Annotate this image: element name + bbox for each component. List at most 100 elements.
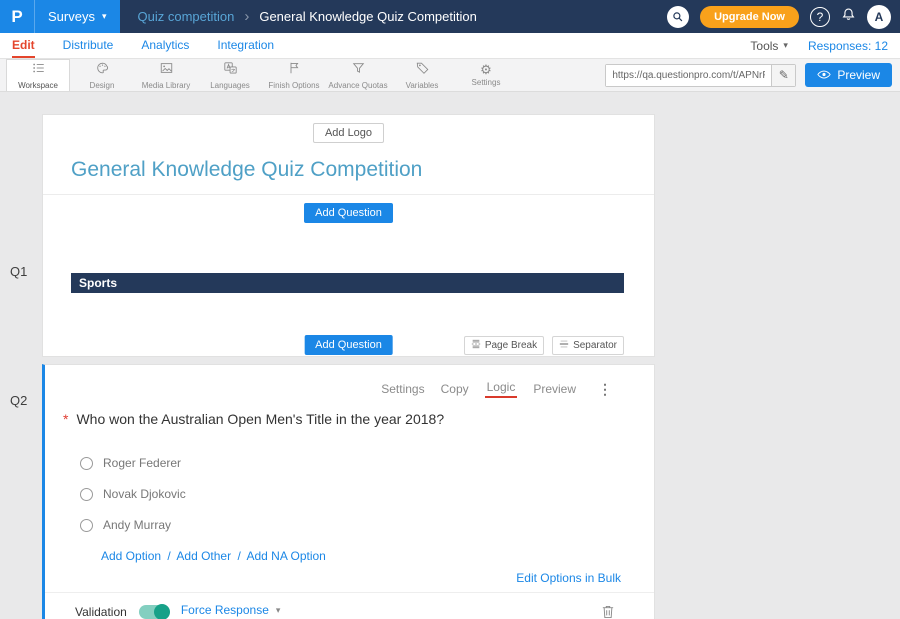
validation-label: Validation xyxy=(75,605,127,619)
add-na-option-link[interactable]: Add NA Option xyxy=(246,549,325,563)
toolbar-item-workspace[interactable]: Workspace xyxy=(6,59,70,91)
toolbar-item-label: Advance Quotas xyxy=(328,81,387,90)
search-icon[interactable] xyxy=(667,6,689,28)
toolbar-item-languages[interactable]: Languages xyxy=(198,59,262,91)
toolbar-item-label: Settings xyxy=(472,78,501,87)
toolbar-item-label: Media Library xyxy=(142,81,190,90)
separator-button[interactable]: Separator xyxy=(552,336,624,355)
notifications-bell-icon[interactable] xyxy=(841,7,856,27)
help-icon[interactable]: ? xyxy=(810,7,830,27)
media-library-image-icon xyxy=(159,61,174,80)
toolbar-item-design[interactable]: Design xyxy=(70,59,134,91)
more-options-dots-icon[interactable]: ⋮ xyxy=(598,381,612,398)
option-add-links: Add Option / Add Other / Add NA Option xyxy=(101,549,654,563)
edit-url-pencil-icon[interactable]: ✎ xyxy=(771,65,795,86)
section-header-sports[interactable]: Sports xyxy=(71,273,624,293)
eye-icon xyxy=(817,68,831,82)
answer-options: Roger Federer Novak Djokovic Andy Murray xyxy=(45,456,654,532)
survey-header-card: Add Logo General Knowledge Quiz Competit… xyxy=(42,114,655,357)
toolbar-item-label: Languages xyxy=(210,81,250,90)
edit-options-bulk-link[interactable]: Edit Options in Bulk xyxy=(516,571,621,585)
survey-title[interactable]: General Knowledge Quiz Competition xyxy=(71,158,654,182)
option-label[interactable]: Roger Federer xyxy=(103,456,181,470)
insert-controls: Page Break Separator xyxy=(464,336,624,355)
toolbar-item-label: Workspace xyxy=(18,81,58,90)
languages-translate-icon xyxy=(223,61,238,80)
tabbar-right: Tools ▾ Responses: 12 xyxy=(750,39,888,53)
chevron-down-icon: ▾ xyxy=(783,40,788,51)
separator-icon xyxy=(559,339,569,352)
question-settings-link[interactable]: Settings xyxy=(381,382,424,396)
link-separator: / xyxy=(234,549,243,563)
add-other-link[interactable]: Add Other xyxy=(176,549,231,563)
page-break-button[interactable]: Page Break xyxy=(464,336,544,355)
survey-url-input[interactable] xyxy=(606,65,771,86)
breadcrumb-current: General Knowledge Quiz Competition xyxy=(259,9,477,24)
radio-button[interactable] xyxy=(80,519,93,532)
add-option-link[interactable]: Add Option xyxy=(101,549,161,563)
tools-menu[interactable]: Tools ▾ xyxy=(750,39,788,53)
add-logo-button[interactable]: Add Logo xyxy=(313,123,384,143)
preview-button[interactable]: Preview xyxy=(805,63,892,87)
delete-question-trash-icon[interactable] xyxy=(602,605,614,619)
gear-icon: ⚙ xyxy=(480,63,492,77)
toolbar-item-settings[interactable]: ⚙ Settings xyxy=(454,59,518,91)
question-menu: Settings Copy Logic Preview ⋮ xyxy=(45,365,654,398)
validation-type-dropdown[interactable]: Force Response ▾ xyxy=(181,603,281,619)
validation-type-value: Force Response xyxy=(181,603,269,617)
toolbar-item-label: Finish Options xyxy=(268,81,319,90)
required-asterisk: * xyxy=(63,411,68,427)
title-divider xyxy=(43,194,654,195)
validation-toggle[interactable] xyxy=(139,605,169,619)
workspace-list-icon xyxy=(31,61,46,80)
page-break-label: Page Break xyxy=(485,340,537,351)
radio-button[interactable] xyxy=(80,488,93,501)
question-number-q1: Q1 xyxy=(10,264,27,279)
add-question-button-bottom[interactable]: Add Question xyxy=(304,335,393,355)
option-label[interactable]: Andy Murray xyxy=(103,518,171,532)
chevron-down-icon: ▾ xyxy=(276,605,281,616)
page-break-icon xyxy=(471,339,481,352)
questionpro-logo[interactable]: P xyxy=(0,0,34,33)
tab-edit[interactable]: Edit xyxy=(12,33,35,58)
question-logic-link[interactable]: Logic xyxy=(485,380,518,398)
survey-workspace: Q1 Q2 Add Logo General Knowledge Quiz Co… xyxy=(0,92,900,619)
tab-distribute[interactable]: Distribute xyxy=(63,33,114,58)
tools-label: Tools xyxy=(750,39,778,53)
surveys-menu[interactable]: Surveys ▾ xyxy=(34,0,120,33)
finish-flag-icon xyxy=(287,61,302,80)
radio-button[interactable] xyxy=(80,457,93,470)
question-card-q2: Settings Copy Logic Preview ⋮ * Who won … xyxy=(42,364,655,619)
preview-label: Preview xyxy=(837,68,880,82)
bulk-edit-row: Edit Options in Bulk xyxy=(45,571,654,585)
question-text-row: * Who won the Australian Open Men's Titl… xyxy=(63,411,614,427)
toolbar-item-finish-options[interactable]: Finish Options xyxy=(262,59,326,91)
answer-option-row: Roger Federer xyxy=(80,456,654,470)
toolbar-item-advance-quotas[interactable]: Advance Quotas xyxy=(326,59,390,91)
toolbar-item-media-library[interactable]: Media Library xyxy=(134,59,198,91)
tab-analytics[interactable]: Analytics xyxy=(141,33,189,58)
add-question-row: Add Question Page Break Separator xyxy=(43,335,654,356)
toolbar-item-variables[interactable]: Variables xyxy=(390,59,454,91)
tab-integration[interactable]: Integration xyxy=(217,33,274,58)
responses-count[interactable]: Responses: 12 xyxy=(808,39,888,53)
chevron-down-icon: ▾ xyxy=(102,11,107,22)
toggle-knob xyxy=(154,604,170,619)
question-text[interactable]: Who won the Australian Open Men's Title … xyxy=(76,411,444,427)
breadcrumb-separator-icon: › xyxy=(244,8,249,25)
link-separator: / xyxy=(164,549,173,563)
add-question-button-top[interactable]: Add Question xyxy=(304,203,393,223)
answer-option-row: Novak Djokovic xyxy=(80,487,654,501)
breadcrumb: Quiz competition › General Knowledge Qui… xyxy=(138,8,477,25)
option-label[interactable]: Novak Djokovic xyxy=(103,487,186,501)
quotas-funnel-icon xyxy=(351,61,366,80)
breadcrumb-parent[interactable]: Quiz competition xyxy=(138,9,235,24)
toolbar-item-label: Design xyxy=(90,81,115,90)
user-avatar[interactable]: A xyxy=(867,5,891,29)
answer-option-row: Andy Murray xyxy=(80,518,654,532)
question-number-q2: Q2 xyxy=(10,393,27,408)
question-preview-link[interactable]: Preview xyxy=(533,382,576,396)
survey-link-group: ✎ Preview xyxy=(605,59,892,91)
question-copy-link[interactable]: Copy xyxy=(441,382,469,396)
upgrade-now-button[interactable]: Upgrade Now xyxy=(700,6,799,28)
